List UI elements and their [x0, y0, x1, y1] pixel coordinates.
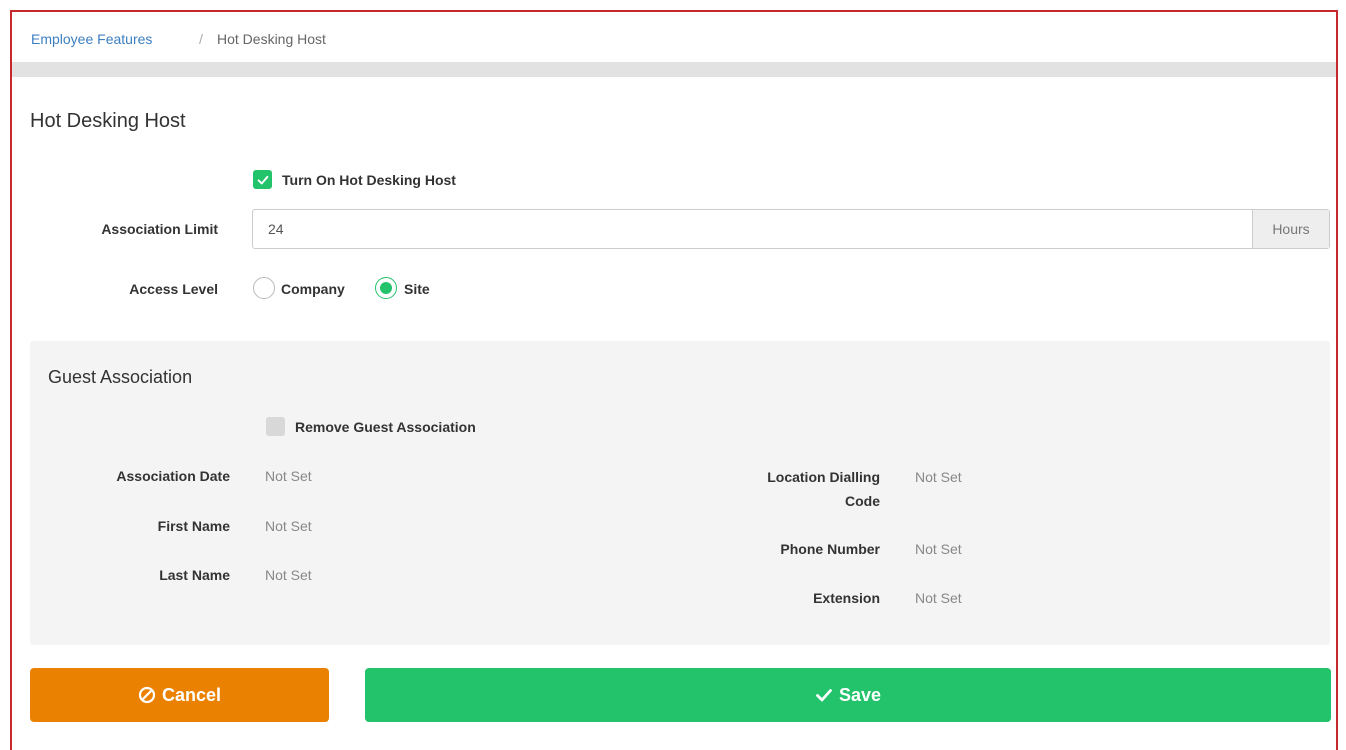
cancel-button-label: Cancel: [161, 684, 222, 705]
check-icon: [816, 689, 832, 702]
header-divider: [12, 62, 1336, 77]
location-dialling-label-line1: Location Dialling: [767, 469, 880, 485]
breadcrumb-current: Hot Desking Host: [217, 31, 326, 47]
hours-addon: Hours: [1252, 210, 1329, 248]
turn-on-checkbox[interactable]: [253, 170, 272, 189]
association-limit-group: Hours: [252, 209, 1330, 249]
save-button[interactable]: Save: [365, 668, 1331, 722]
remove-guest-label[interactable]: Remove Guest Association: [295, 419, 476, 435]
access-level-label: Access Level: [129, 281, 218, 297]
breadcrumb-separator: /: [199, 31, 203, 47]
breadcrumb-link-employee-features[interactable]: Employee Features: [31, 31, 152, 47]
extension-value: Not Set: [915, 590, 962, 606]
last-name-label: Last Name: [159, 567, 230, 583]
ban-icon: [138, 686, 156, 704]
turn-on-label[interactable]: Turn On Hot Desking Host: [282, 172, 456, 188]
phone-number-label: Phone Number: [780, 541, 880, 557]
radio-site-label[interactable]: Site: [404, 281, 430, 297]
radio-company-label[interactable]: Company: [281, 281, 345, 297]
location-dialling-value: Not Set: [915, 469, 962, 485]
location-dialling-label-line2: Code: [845, 493, 880, 509]
extension-label: Extension: [813, 590, 880, 606]
check-icon: [257, 175, 268, 184]
association-limit-input[interactable]: [253, 210, 1252, 248]
association-date-value: Not Set: [265, 468, 312, 484]
phone-number-value: Not Set: [915, 541, 962, 557]
guest-association-title: Guest Association: [48, 367, 193, 387]
association-date-label: Association Date: [116, 468, 230, 484]
breadcrumb: Employee Features / Hot Desking Host: [12, 12, 1336, 62]
page-title: Hot Desking Host: [30, 110, 186, 132]
last-name-value: Not Set: [265, 567, 312, 583]
first-name-value: Not Set: [265, 518, 312, 534]
cancel-button[interactable]: Cancel: [30, 668, 329, 722]
save-button-label: Save: [838, 684, 882, 705]
radio-company[interactable]: [253, 277, 275, 299]
first-name-label: First Name: [157, 518, 230, 534]
association-limit-label: Association Limit: [101, 221, 218, 237]
radio-site[interactable]: [375, 277, 397, 299]
remove-guest-checkbox[interactable]: [266, 417, 285, 436]
guest-association-panel: [30, 341, 1330, 645]
